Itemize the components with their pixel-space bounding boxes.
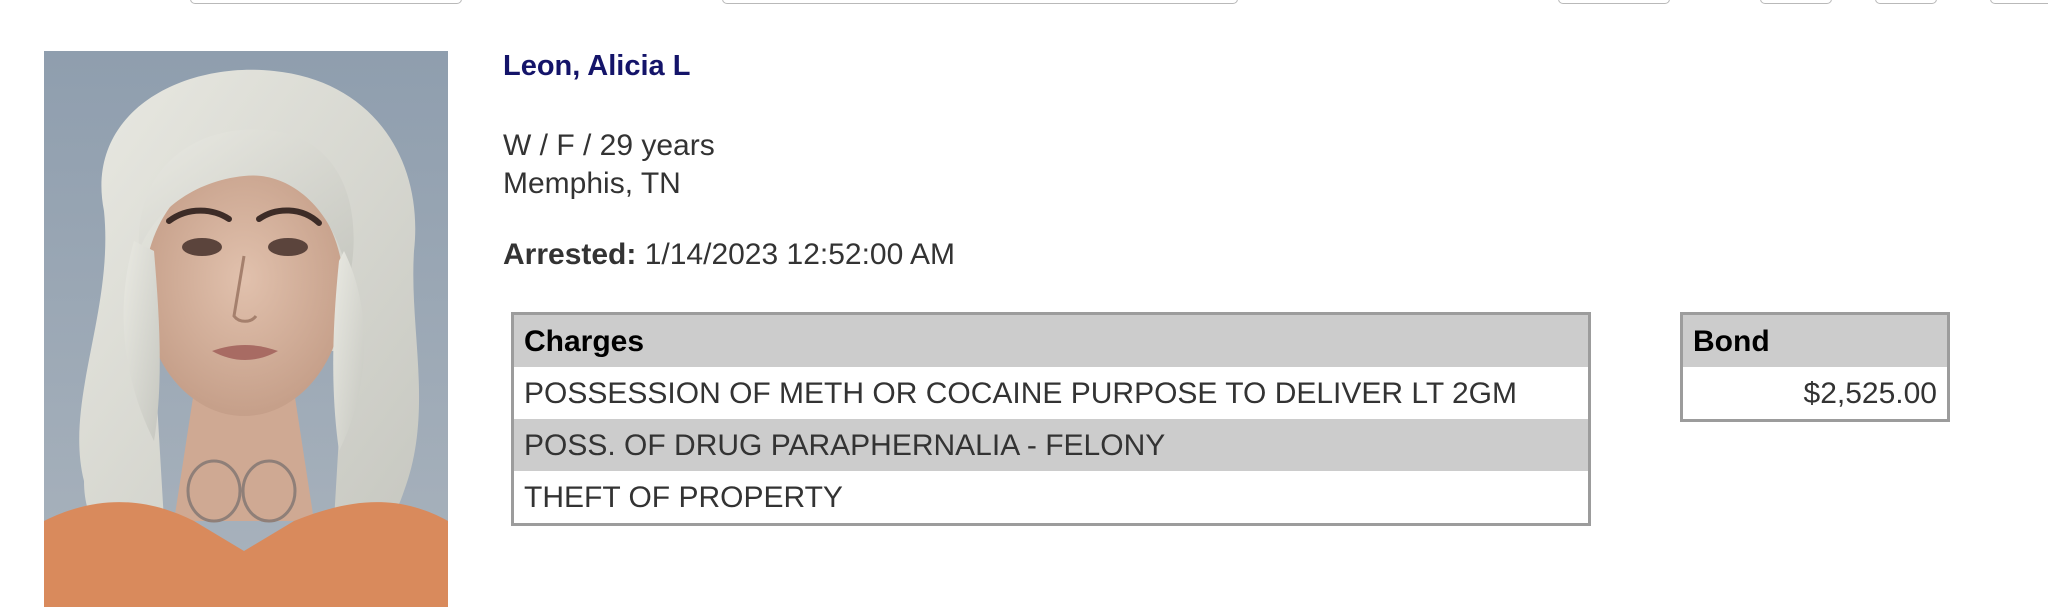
charge-cell: POSS. OF DRUG PARAPHERNALIA - FELONY	[512, 419, 1590, 471]
charge-cell: THEFT OF PROPERTY	[524, 481, 843, 514]
inmate-record: Leon, Alicia L W / F / 29 years Memphis,…	[0, 0, 2048, 616]
bond-header: Bond	[1681, 313, 1949, 367]
bond-amount: $2,525.00	[1803, 377, 1937, 410]
top-control-remnant	[1558, 0, 1670, 4]
charges-header: Charges	[512, 313, 1590, 367]
demographics-text: W / F / 29 years	[503, 129, 715, 162]
city-text: Memphis, TN	[503, 167, 681, 200]
top-control-remnant	[1990, 0, 2048, 4]
inmate-info: W / F / 29 years Memphis, TN	[503, 127, 715, 203]
table-header-row: Bond	[1681, 313, 1949, 367]
charges-table: Charges POSSESSION OF METH OR COCAINE PU…	[511, 312, 1591, 526]
table-header-row: Charges	[512, 313, 1590, 367]
table-row: POSS. OF DRUG PARAPHERNALIA - FELONY	[512, 419, 1590, 471]
bond-table: Bond $2,525.00	[1680, 312, 1950, 422]
arrest-info: Arrested: 1/14/2023 12:52:00 AM	[503, 238, 955, 272]
table-row: THEFT OF PROPERTY	[513, 471, 1590, 525]
arrested-value: 1/14/2023 12:52:00 AM	[644, 238, 955, 271]
inmate-name[interactable]: Leon, Alicia L	[503, 50, 690, 83]
top-control-remnant	[722, 0, 1238, 4]
table-row: $2,525.00	[1682, 367, 1949, 421]
charge-cell: POSSESSION OF METH OR COCAINE PURPOSE TO…	[524, 377, 1517, 410]
top-control-remnant	[1875, 0, 1937, 4]
top-control-remnant	[190, 0, 462, 4]
mugshot-photo[interactable]	[44, 51, 448, 607]
arrested-label: Arrested:	[503, 238, 637, 271]
table-row: POSSESSION OF METH OR COCAINE PURPOSE TO…	[513, 367, 1590, 419]
top-control-remnant	[1760, 0, 1832, 4]
